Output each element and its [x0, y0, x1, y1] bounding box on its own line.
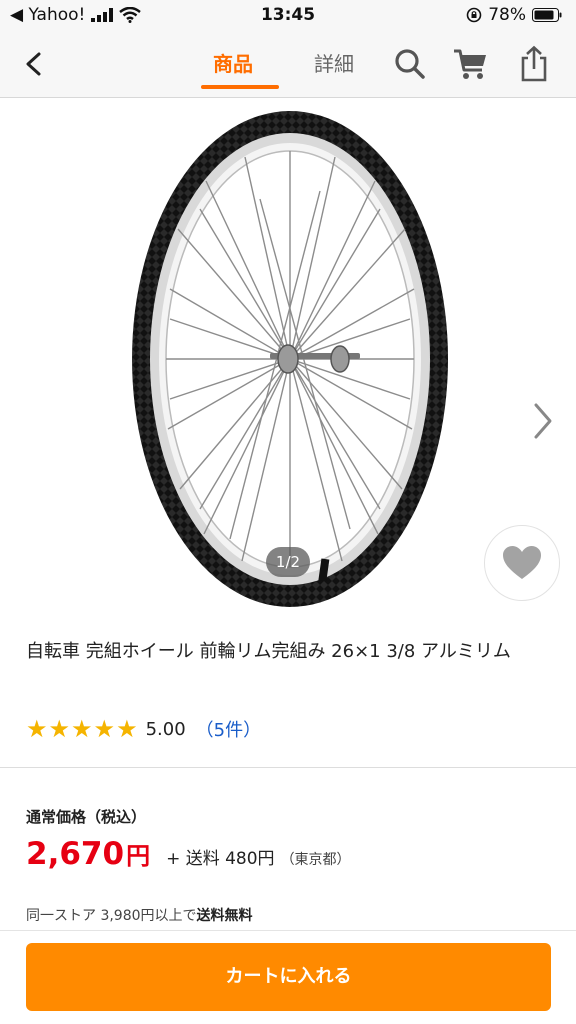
favorite-button[interactable]: [484, 525, 560, 601]
rating-row: ★ ★ ★ ★ ★ 5.00 （5件）: [26, 716, 261, 742]
star-icon: ★: [93, 715, 116, 743]
chevron-right-icon[interactable]: [528, 399, 558, 443]
star-icon: ★: [71, 715, 93, 743]
rating-stars: ★ ★ ★ ★ ★: [26, 717, 138, 741]
product-image[interactable]: [120, 99, 460, 609]
shipping-region[interactable]: （東京都）: [281, 849, 351, 869]
cart-icon[interactable]: [450, 44, 490, 84]
status-bar: ◀ Yahoo! 13:45 78%: [0, 0, 576, 32]
shipping-fee: + 送料 480円: [166, 849, 275, 869]
divider: [0, 767, 576, 768]
battery-icon: [532, 8, 562, 22]
star-icon: ★: [116, 715, 138, 743]
free-shipping-prefix: 同一ストア 3,980円以上で: [26, 908, 197, 924]
star-icon: ★: [26, 715, 48, 743]
nav-bar: 商品 詳細: [0, 32, 576, 98]
orientation-lock-icon: [466, 7, 482, 23]
image-page-indicator: 1/2: [266, 547, 310, 577]
star-icon: ★: [48, 715, 71, 743]
review-count-link[interactable]: （5件）: [196, 716, 261, 742]
price-row: 2,670 円 + 送料 480円 （東京都）: [26, 836, 351, 872]
cart-footer: カートに入れる: [0, 930, 576, 1024]
active-tab-indicator: [201, 85, 279, 89]
price-currency: 円: [126, 842, 151, 870]
status-right: 78%: [466, 5, 562, 25]
add-to-cart-button[interactable]: カートに入れる: [26, 943, 551, 1011]
product-image-gallery[interactable]: 1/2: [0, 99, 576, 609]
battery-percent: 78%: [488, 5, 526, 25]
back-icon[interactable]: [16, 46, 52, 82]
price-label: 通常価格（税込）: [26, 808, 147, 826]
share-icon[interactable]: [514, 44, 554, 84]
tab-product[interactable]: 商品: [213, 48, 253, 77]
product-title: 自転車 完組ホイール 前輪リム完組み 26×1 3/8 アルミリム: [26, 641, 511, 662]
rating-score: 5.00: [145, 718, 186, 740]
tab-details[interactable]: 詳細: [314, 48, 354, 77]
heart-icon: [503, 546, 541, 579]
free-shipping-highlight: 送料無料: [196, 908, 253, 924]
price-value: 2,670: [26, 836, 125, 872]
free-shipping-note: 同一ストア 3,980円以上で送料無料: [26, 905, 253, 925]
search-icon[interactable]: [390, 44, 430, 84]
